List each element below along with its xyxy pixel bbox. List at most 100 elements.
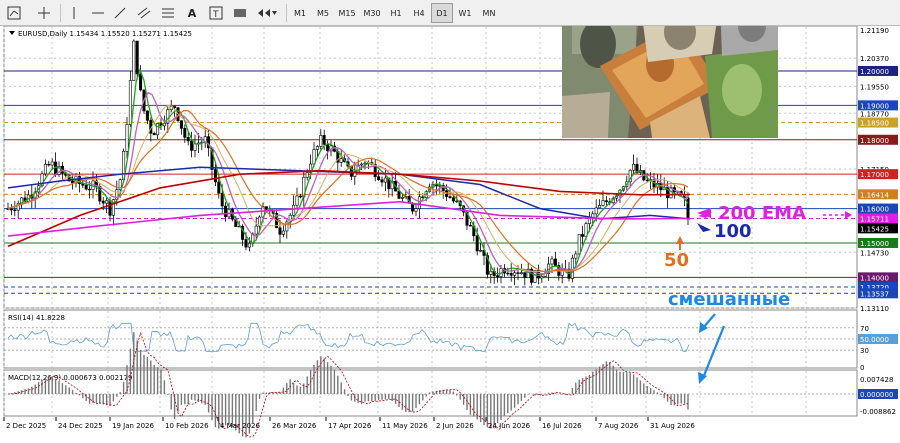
candle-body — [156, 123, 160, 136]
channel-icon[interactable] — [134, 3, 154, 23]
svg-text:T: T — [212, 10, 219, 20]
price-label: 1.17000 — [860, 171, 889, 179]
shapes-dropdown-icon[interactable] — [254, 3, 280, 23]
candle-body — [183, 128, 187, 138]
text-tool-icon[interactable]: A — [182, 3, 202, 23]
candle-body — [152, 132, 156, 136]
date-label: 11 May 2026 — [382, 422, 428, 430]
candle-body — [553, 258, 557, 266]
candle-body — [455, 200, 459, 203]
candle-body — [601, 200, 605, 206]
price-label: 1.18000 — [860, 137, 889, 145]
date-label: 19 Jan 2026 — [112, 422, 155, 430]
price-label: 1.16000 — [860, 206, 889, 214]
candle-body — [84, 184, 88, 190]
rsi-axis-label: 30 — [860, 347, 869, 355]
candle-body — [244, 239, 248, 248]
price-label: 1.15000 — [860, 240, 889, 248]
candle-body — [305, 172, 309, 178]
price-label: 1.14730 — [860, 249, 889, 257]
macd-axis-label: -0.008862 — [860, 408, 896, 416]
vertical-line-icon[interactable] — [64, 3, 84, 23]
candle-body — [377, 176, 381, 181]
candle-body — [397, 190, 401, 199]
price-label: 1.20000 — [860, 68, 889, 76]
candle-body — [319, 135, 323, 147]
tf-m1[interactable]: M1 — [289, 3, 311, 23]
candle-body — [540, 276, 544, 279]
date-label: 16 Jul 2026 — [542, 422, 582, 430]
tf-h1[interactable]: H1 — [385, 3, 407, 23]
price-label: 1.13110 — [860, 305, 889, 313]
rectangle-icon[interactable] — [230, 3, 250, 23]
candle-body — [475, 235, 479, 252]
price-label: 1.19000 — [860, 102, 889, 110]
ema50-label: 50 — [664, 250, 689, 271]
fibonacci-icon[interactable] — [158, 3, 178, 23]
toolbar: A T M1 M5 M15 M30 H1 H4 D1 W1 MN — [0, 0, 900, 26]
candle-body — [278, 227, 282, 235]
candle-body — [224, 205, 228, 218]
tf-d1[interactable]: D1 — [431, 3, 453, 23]
candle-body — [414, 208, 418, 212]
candle-body — [581, 234, 585, 237]
macd-label: MACD(12,26,9) 0.000673 0.002179 — [8, 374, 132, 382]
date-label: 7 Aug 2026 — [598, 422, 639, 430]
candle-body — [383, 177, 387, 183]
date-label: 17 Apr 2026 — [328, 422, 372, 430]
price-label: 1.13537 — [860, 290, 889, 298]
candle-body — [513, 272, 517, 276]
tf-m5[interactable]: M5 — [312, 3, 334, 23]
candle-body — [598, 205, 602, 209]
trendline-icon[interactable] — [110, 3, 130, 23]
tf-m15[interactable]: M15 — [335, 3, 359, 23]
date-label: 26 Mar 2026 — [272, 422, 317, 430]
candle-body — [326, 144, 330, 152]
candle-body — [489, 270, 493, 275]
chart-header: EURUSD,Daily 1.15434 1.15520 1.15271 1.1… — [18, 30, 192, 38]
candle-body — [448, 196, 452, 198]
candle-body — [632, 163, 636, 171]
candle-body — [339, 158, 343, 163]
text-label-icon[interactable]: T — [206, 3, 226, 23]
date-label: 10 Feb 2026 — [165, 422, 209, 430]
candle-body — [516, 272, 520, 274]
candle-body — [281, 230, 285, 235]
price-label: 1.16414 — [860, 191, 889, 199]
candle-body — [217, 181, 221, 194]
candle-body — [101, 200, 105, 204]
candle-body — [380, 179, 384, 183]
price-label: 1.19550 — [860, 83, 889, 91]
price-label: 1.15711 — [860, 216, 889, 224]
date-label: 31 Aug 2026 — [650, 422, 695, 430]
rsi-axis-label: 0 — [860, 364, 864, 372]
chart-window[interactable]: EURUSD,Daily 1.15434 1.15520 1.15271 1.1… — [0, 0, 900, 439]
tf-w1[interactable]: W1 — [454, 3, 476, 23]
candle-body — [88, 188, 92, 191]
crosshair-icon[interactable] — [34, 3, 54, 23]
candle-body — [47, 163, 51, 166]
candle-body — [400, 197, 404, 199]
tf-mn[interactable]: MN — [477, 3, 501, 23]
rsi-axis-label: 50.0000 — [860, 336, 889, 344]
tf-h4[interactable]: H4 — [408, 3, 430, 23]
candle-body — [506, 272, 510, 275]
candle-body — [604, 200, 608, 203]
horizontal-line-icon[interactable] — [88, 3, 108, 23]
candle-body — [247, 242, 251, 248]
candle-body — [9, 208, 13, 211]
macd-axis: 0.007428 0.000000 -0.008862 — [858, 376, 898, 416]
price-label: 1.20370 — [860, 55, 889, 63]
tf-m30[interactable]: M30 — [360, 3, 384, 23]
candle-body — [451, 197, 455, 202]
candle-body — [686, 197, 690, 219]
candle-body — [468, 225, 472, 227]
candle-body — [173, 106, 177, 109]
candle-body — [577, 234, 581, 255]
candle-body — [315, 146, 319, 150]
new-chart-icon[interactable] — [4, 3, 24, 23]
macd-axis-label: 0.007428 — [860, 376, 893, 384]
candle-body — [645, 179, 649, 182]
candle-body — [50, 161, 54, 166]
candle-body — [108, 200, 112, 216]
